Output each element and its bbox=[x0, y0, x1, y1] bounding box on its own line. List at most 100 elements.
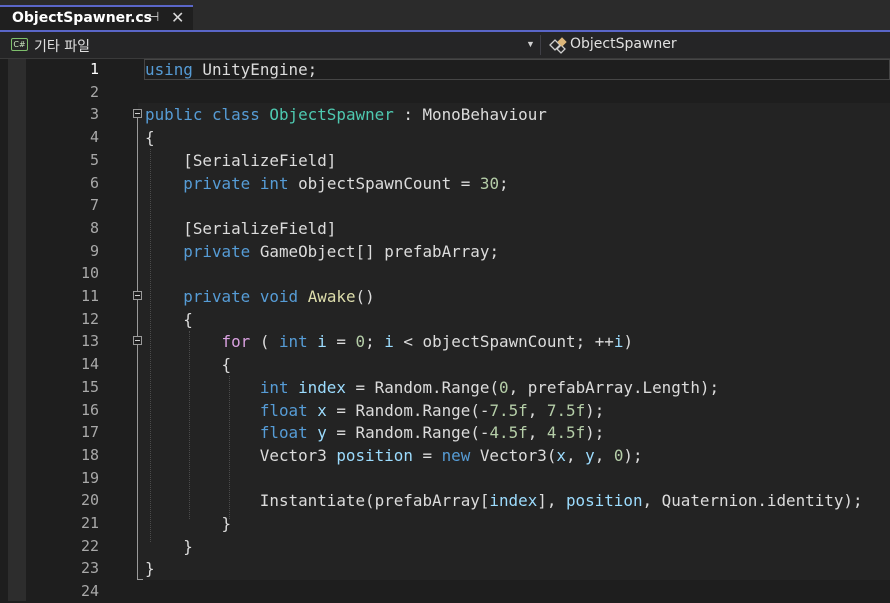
code-text[interactable]: Vector3 position = new Vector3(x, y, 0); bbox=[145, 444, 643, 467]
code-token: objectSpawnCount = bbox=[288, 173, 480, 193]
code-line[interactable]: 20 Instantiate(prefabArray[index], posit… bbox=[0, 489, 890, 512]
code-token: : MonoBehaviour bbox=[393, 105, 547, 125]
line-number: 21 bbox=[80, 514, 99, 532]
line-number: 24 bbox=[80, 582, 99, 601]
code-line[interactable]: 15 int index = Random.Range(0, prefabArr… bbox=[0, 376, 890, 399]
code-line[interactable]: 9 private GameObject[] prefabArray; bbox=[0, 240, 890, 263]
code-token: Awake bbox=[307, 287, 356, 306]
code-line[interactable]: 13 for ( int i = 0; i < objectSpawnCount… bbox=[0, 330, 890, 353]
code-text[interactable]: } bbox=[145, 512, 232, 535]
code-text[interactable]: [SerializeField] bbox=[145, 217, 336, 240]
code-token: float bbox=[259, 400, 308, 420]
code-line[interactable]: 7 bbox=[0, 194, 890, 217]
code-token: 7.5f bbox=[489, 400, 528, 420]
code-line[interactable]: 18 Vector3 position = new Vector3(x, y, … bbox=[0, 444, 890, 467]
code-line[interactable]: 5 [SerializeField] bbox=[0, 149, 890, 172]
code-token: y bbox=[585, 445, 595, 465]
code-line[interactable]: 22 } bbox=[0, 535, 890, 558]
code-line[interactable]: 11 private void Awake() bbox=[0, 285, 890, 308]
line-number: 23 bbox=[80, 559, 99, 578]
line-number: 8 bbox=[89, 218, 99, 237]
line-number: 12 bbox=[80, 309, 99, 328]
code-text[interactable]: for ( int i = 0; i < objectSpawnCount; +… bbox=[145, 330, 633, 353]
code-token: void bbox=[259, 287, 299, 306]
code-line[interactable]: 3 public class ObjectSpawner : MonoBehavi… bbox=[0, 103, 890, 126]
code-token: [SerializeField] bbox=[145, 150, 337, 170]
code-text[interactable]: { bbox=[145, 126, 155, 149]
code-line[interactable]: 23} bbox=[0, 557, 890, 580]
code-text[interactable]: private int objectSpawnCount = 30; bbox=[145, 172, 509, 195]
code-editor[interactable]: 1 using UnityEngine; 2 3 public class Object… bbox=[0, 59, 890, 601]
csharp-file-icon: C# bbox=[11, 38, 28, 51]
code-token: new bbox=[441, 445, 471, 465]
code-text[interactable]: [SerializeField] bbox=[145, 149, 336, 172]
line-number: 15 bbox=[80, 377, 99, 396]
class-dropdown[interactable]: ObjectSpawner bbox=[570, 36, 677, 52]
code-line[interactable]: 4{ bbox=[0, 126, 890, 149]
code-token: { bbox=[145, 128, 155, 148]
chevron-down-icon[interactable]: ▼ bbox=[526, 39, 535, 49]
code-token: , prefabArray.Length); bbox=[508, 377, 720, 397]
code-text[interactable]: Instantiate(prefabArray[index], position… bbox=[145, 489, 863, 512]
code-line[interactable]: 1 using UnityEngine; bbox=[0, 58, 890, 81]
code-text[interactable]: } bbox=[145, 557, 155, 580]
tab-bar: ObjectSpawner.cs ⊣ ✕ bbox=[0, 0, 890, 30]
code-token: , bbox=[527, 423, 547, 443]
code-token: position bbox=[336, 445, 413, 465]
code-token: = bbox=[326, 332, 356, 352]
code-text[interactable]: private GameObject[] prefabArray; bbox=[145, 240, 499, 263]
code-token: ; bbox=[499, 173, 509, 193]
code-token: ObjectSpawner bbox=[269, 105, 394, 125]
code-token: ); bbox=[585, 400, 605, 420]
code-token: position bbox=[565, 491, 643, 511]
code-text[interactable]: { bbox=[145, 308, 193, 331]
code-text[interactable]: } bbox=[145, 535, 193, 558]
code-line[interactable]: 6 private int objectSpawnCount = 30; bbox=[0, 172, 890, 195]
code-token: 4.5f bbox=[546, 423, 586, 443]
code-line[interactable]: 10 bbox=[0, 262, 890, 285]
line-number: 17 bbox=[80, 423, 99, 442]
code-token: < objectSpawnCount; ++ bbox=[393, 332, 614, 352]
code-token: Vector3 bbox=[145, 445, 337, 465]
code-line[interactable]: 8 [SerializeField] bbox=[0, 217, 890, 240]
code-text[interactable]: using UnityEngine; bbox=[145, 58, 317, 81]
tab-title[interactable]: ObjectSpawner.cs bbox=[12, 10, 152, 26]
line-number: 4 bbox=[89, 128, 99, 147]
code-line[interactable]: 14 { bbox=[0, 353, 890, 376]
code-line[interactable]: 12 { bbox=[0, 308, 890, 331]
code-token: float bbox=[259, 423, 308, 443]
code-token: Vector3( bbox=[470, 445, 557, 465]
tab-objectspawner[interactable]: ObjectSpawner.cs ⊣ ✕ bbox=[0, 5, 193, 30]
code-text[interactable]: float x = Random.Range(-7.5f, 7.5f); bbox=[145, 399, 604, 422]
code-line[interactable]: 16 float x = Random.Range(-7.5f, 7.5f); bbox=[0, 399, 890, 422]
line-number: 10 bbox=[80, 264, 99, 283]
code-text[interactable]: { bbox=[145, 353, 232, 376]
code-token: i bbox=[613, 332, 624, 352]
code-token: , Quaternion.identity); bbox=[642, 491, 863, 511]
project-dropdown[interactable]: 기타 파일 bbox=[34, 36, 90, 56]
pin-icon[interactable]: ⊣ bbox=[148, 9, 159, 25]
code-line[interactable]: 17 float y = Random.Range(-4.5f, 4.5f); bbox=[0, 421, 890, 444]
code-text[interactable]: private void Awake() bbox=[145, 285, 374, 308]
line-number: 22 bbox=[80, 536, 99, 555]
code-line[interactable]: 19 bbox=[0, 467, 890, 490]
close-icon[interactable]: ✕ bbox=[171, 8, 184, 28]
code-token: private bbox=[183, 287, 251, 306]
code-line[interactable]: 24 bbox=[0, 580, 890, 603]
code-token: private bbox=[183, 241, 251, 261]
code-token: x bbox=[317, 400, 327, 420]
code-text[interactable]: public class ObjectSpawner : MonoBehavio… bbox=[145, 103, 547, 126]
code-line[interactable]: 2 bbox=[0, 81, 890, 104]
code-line[interactable]: 21 } bbox=[0, 512, 890, 535]
code-token: 7.5f bbox=[546, 400, 586, 420]
code-text[interactable]: float y = Random.Range(-4.5f, 4.5f); bbox=[145, 421, 604, 444]
code-text[interactable]: int index = Random.Range(0, prefabArray.… bbox=[145, 376, 719, 399]
line-number: 3 bbox=[89, 105, 99, 124]
